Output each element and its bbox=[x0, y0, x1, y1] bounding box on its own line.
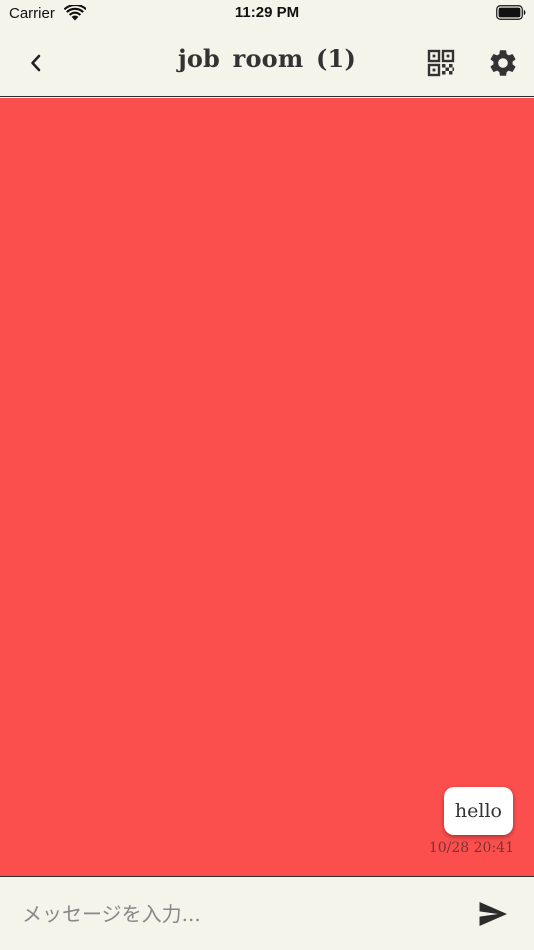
battery-icon bbox=[496, 5, 526, 20]
send-button[interactable] bbox=[478, 901, 508, 927]
chat-screen: Carrier 11:29 PM job room (1) hello 10/2… bbox=[0, 0, 534, 950]
qr-code-icon bbox=[427, 49, 455, 77]
page-title: job room (1) bbox=[177, 44, 357, 73]
composer-bar bbox=[0, 876, 534, 950]
send-icon bbox=[479, 902, 507, 926]
clock: 11:29 PM bbox=[234, 4, 300, 21]
status-bar: Carrier 11:29 PM bbox=[0, 0, 534, 30]
qr-code-button[interactable] bbox=[426, 48, 456, 78]
message-item: hello 10/28 20:41 bbox=[428, 786, 514, 856]
message-timestamp: 10/28 20:41 bbox=[428, 839, 514, 856]
gear-icon bbox=[490, 50, 516, 76]
message-input[interactable] bbox=[22, 897, 442, 931]
navigation-bar: job room (1) bbox=[0, 30, 534, 97]
message-bubble[interactable]: hello bbox=[443, 786, 513, 835]
chevron-left-icon bbox=[31, 54, 41, 72]
back-button[interactable] bbox=[18, 47, 54, 79]
settings-button[interactable] bbox=[487, 47, 519, 79]
message-list[interactable]: hello 10/28 20:41 bbox=[0, 97, 534, 876]
